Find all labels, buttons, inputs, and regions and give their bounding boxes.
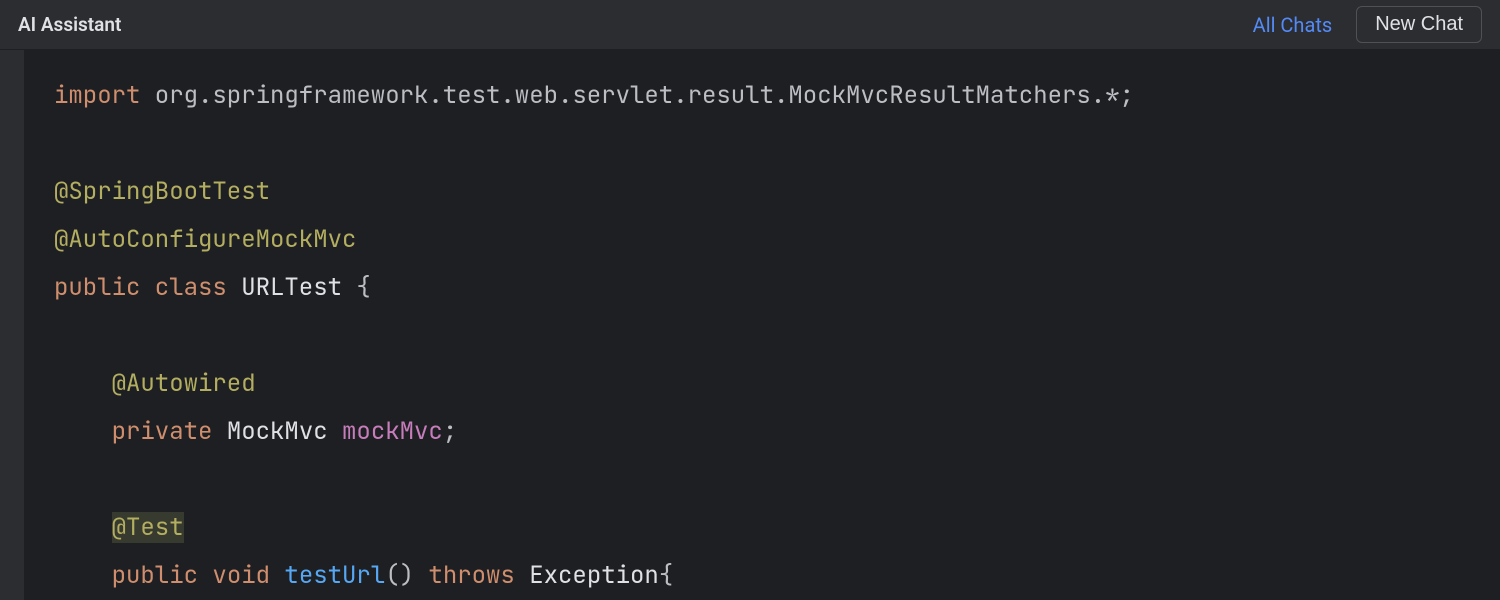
code-token-type: Exception (515, 560, 659, 591)
code-token-field: mockMvc (342, 416, 443, 447)
code-token-keyword: public (112, 560, 198, 591)
code-token-keyword: import (54, 80, 140, 111)
code-indent (54, 416, 112, 447)
code-indent (54, 368, 112, 399)
code-indent (54, 512, 112, 543)
panel-title: AI Assistant (18, 13, 121, 36)
code-block[interactable]: import org.springframework.test.web.serv… (24, 50, 1500, 600)
content-area: import org.springframework.test.web.serv… (0, 50, 1500, 600)
code-token-keyword: throws (428, 560, 514, 591)
code-token-keyword: class (140, 272, 226, 303)
code-token-keyword: public (54, 272, 140, 303)
code-token-annotation: @Test (112, 512, 184, 543)
left-gutter (0, 50, 24, 600)
code-token-type: URLTest (227, 272, 357, 303)
all-chats-link[interactable]: All Chats (1253, 13, 1333, 37)
header-bar: AI Assistant All Chats New Chat (0, 0, 1500, 50)
code-token: org.springframework.test.web.servlet.res… (140, 80, 1134, 111)
code-token-keyword: void (198, 560, 270, 591)
code-token-method: testUrl (270, 560, 385, 591)
code-token-punct: { (659, 560, 673, 591)
code-token-punct: () (385, 560, 428, 591)
code-token-annotation: @SpringBootTest (54, 176, 270, 207)
code-token-keyword: private (112, 416, 213, 447)
header-actions: All Chats New Chat (1253, 6, 1482, 43)
code-token-punct: { (356, 272, 370, 303)
code-token-annotation: @Autowired (112, 368, 256, 399)
new-chat-button[interactable]: New Chat (1356, 6, 1482, 43)
code-token-punct: ; (443, 416, 457, 447)
code-token-annotation: @AutoConfigureMockMvc (54, 224, 356, 255)
code-indent (54, 560, 112, 591)
code-token-type: MockMvc (212, 416, 342, 447)
